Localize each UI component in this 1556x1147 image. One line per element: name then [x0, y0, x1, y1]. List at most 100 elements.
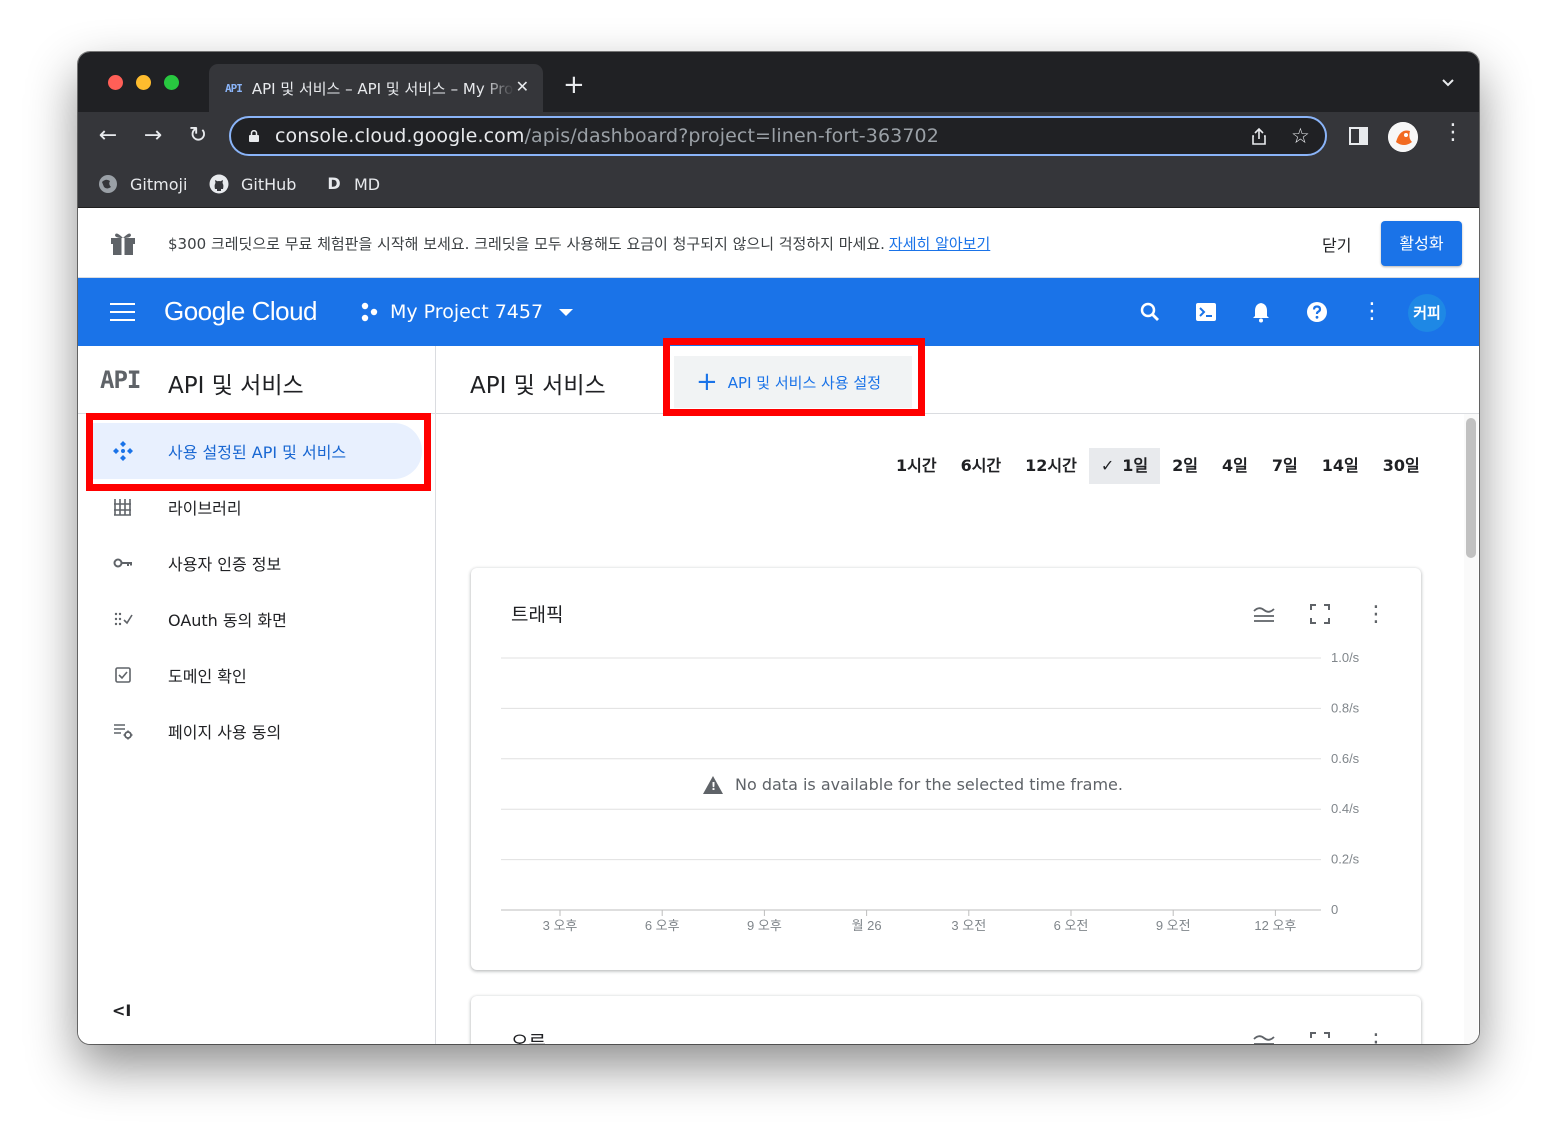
range-2d[interactable]: 2일 [1160, 448, 1210, 484]
bookmark-github[interactable]: GitHub [209, 174, 296, 194]
bookmark-md[interactable]: D MD [326, 174, 380, 194]
activate-button[interactable]: 활성화 [1381, 221, 1462, 266]
checkbox-icon [115, 667, 131, 683]
search-icon[interactable] [1138, 300, 1162, 324]
range-1d[interactable]: ✓ 1일 [1088, 448, 1161, 484]
api-logo-icon: API [100, 366, 141, 394]
reload-icon[interactable]: ↻ [184, 122, 212, 150]
enable-apis-button[interactable]: + API 및 서비스 사용 설정 [674, 356, 912, 408]
main-content: API 및 서비스 + API 및 서비스 사용 설정 1시간 6시간 12시간… [436, 346, 1479, 1044]
x-tick-label: 6 오후 [645, 918, 680, 933]
range-7d[interactable]: 7일 [1260, 448, 1310, 484]
key-icon [113, 558, 132, 568]
account-avatar[interactable]: 커피 [1408, 294, 1446, 332]
sidebar-item-domain[interactable]: 도메인 확인 [78, 647, 428, 703]
minimize-window-button[interactable] [136, 75, 151, 90]
side-panel-icon[interactable] [1348, 125, 1370, 147]
banner-message: $300 크레딧으로 무료 체험판을 시작해 보세요. 크레딧을 모두 사용해도… [168, 235, 991, 253]
bookmarks-bar: Gitmoji GitHub D MD [78, 162, 1479, 208]
sidebar-item-page-usage[interactable]: 페이지 사용 동의 [78, 703, 428, 759]
sidebar-item-oauth[interactable]: OAuth 동의 화면 [78, 591, 428, 647]
range-30d[interactable]: 30일 [1371, 448, 1432, 484]
console-header: Google Cloud My Project 7457 ⋮ 커피 [78, 278, 1479, 346]
github-icon [209, 174, 229, 194]
x-tick-label: 월 26 [852, 918, 882, 933]
project-hierarchy-icon [361, 302, 378, 322]
sidebar-item-enabled-apis[interactable]: 사용 설정된 API 및 서비스 [92, 423, 422, 479]
range-4d[interactable]: 4일 [1210, 448, 1260, 484]
x-tick-label: 9 오후 [747, 918, 782, 933]
x-tick-label: 3 오후 [543, 918, 578, 933]
cloud-shell-icon[interactable] [1194, 300, 1218, 324]
sidebar-item-library[interactable]: 라이브러리 [78, 479, 428, 535]
project-picker[interactable]: My Project 7457 [360, 301, 574, 323]
close-tab-icon[interactable]: ✕ [516, 77, 529, 96]
page-header: API 및 서비스 + API 및 서비스 사용 설정 [436, 346, 1479, 414]
range-12h[interactable]: 12시간 [1013, 448, 1089, 484]
google-cloud-logo[interactable]: Google Cloud [164, 296, 318, 327]
traffic-card: 트래픽 ⋮ 1.0/s 0.8/s 0.6/s 0.4/s 0.2/s 0 3 오후 6 오후… [471, 568, 1421, 970]
forward-arrow-icon[interactable]: → [139, 122, 167, 150]
x-tick-label: 9 오전 [1156, 918, 1191, 933]
y-tick-label: 0.2/s [1331, 852, 1360, 867]
browser-menu-icon[interactable]: ⋮ [1442, 120, 1464, 145]
errors-chart: 100% [471, 996, 1421, 1044]
consent-icon [114, 612, 133, 626]
y-tick-label: 0.8/s [1331, 700, 1360, 715]
hamburger-menu-icon[interactable] [110, 303, 135, 321]
y-tick-label: 0.4/s [1331, 801, 1360, 816]
back-arrow-icon[interactable]: ← [94, 122, 122, 150]
y-tick-label: 1.0/s [1331, 650, 1360, 665]
browser-toolbar: ← → ↻ console.cloud.google.com/apis/dash… [78, 112, 1479, 162]
sidebar-item-label: 라이브러리 [168, 499, 242, 518]
lock-icon [249, 130, 259, 142]
letter-d-icon: D [327, 174, 341, 193]
browser-tab-active[interactable]: API API 및 서비스 – API 및 서비스 – My Project 7… [209, 64, 543, 112]
sidebar-item-label: OAuth 동의 화면 [168, 611, 287, 630]
time-range-selector: 1시간 6시간 12시간 ✓ 1일 2일 4일 7일 14일 30일 [884, 448, 1432, 484]
sidebar-item-label: 페이지 사용 동의 [168, 723, 282, 742]
sidebar-item-label: 사용 설정된 API 및 서비스 [168, 443, 347, 462]
traffic-chart: 1.0/s 0.8/s 0.6/s 0.4/s 0.2/s 0 3 오후 6 오후 9 오후 월 … [501, 650, 1360, 933]
api-favicon-icon: API [225, 81, 243, 95]
warning-icon [703, 775, 723, 794]
help-icon[interactable] [1305, 300, 1329, 324]
x-tick-label: 3 오전 [951, 918, 986, 933]
maximize-window-button[interactable] [164, 75, 179, 90]
gift-icon [111, 233, 135, 255]
check-icon: ✓ [1100, 456, 1115, 475]
dismiss-button[interactable]: 닫기 [1322, 232, 1351, 256]
page-title: API 및 서비스 [470, 373, 606, 399]
close-window-button[interactable] [108, 75, 123, 90]
sidebar-title: API 및 서비스 [168, 373, 304, 399]
sidebar: API API 및 서비스 사용 설정된 API 및 서비스 라이브러리 사용자… [78, 346, 436, 1044]
y-tick-label: 0.6/s [1331, 751, 1360, 766]
tab-title: API 및 서비스 – API 및 서비스 – My Project 7457 [251, 79, 514, 98]
notifications-bell-icon[interactable] [1249, 300, 1273, 324]
range-1h[interactable]: 1시간 [884, 448, 949, 484]
sidebar-header: API API 및 서비스 [78, 346, 435, 414]
x-tick-label: 12 오후 [1254, 918, 1296, 933]
tab-search-chevron-icon[interactable] [1441, 76, 1455, 90]
browser-window: API API 및 서비스 – API 및 서비스 – My Project 7… [78, 52, 1479, 1044]
profile-avatar[interactable] [1388, 122, 1418, 152]
range-6h[interactable]: 6시간 [949, 448, 1014, 484]
sidebar-item-label: 사용자 인증 정보 [168, 555, 282, 574]
bookmark-star-icon[interactable]: ☆ [1291, 124, 1310, 148]
address-bar[interactable]: console.cloud.google.com/apis/dashboard?… [229, 116, 1327, 156]
tab-bar: API API 및 서비스 – API 및 서비스 – My Project 7… [78, 52, 1479, 112]
new-tab-button[interactable]: + [563, 72, 585, 98]
collapse-sidebar-button[interactable]: <I [112, 1001, 131, 1020]
sidebar-item-credentials[interactable]: 사용자 인증 정보 [78, 535, 428, 591]
bookmark-gitmoji[interactable]: Gitmoji [98, 174, 187, 194]
project-name: My Project 7457 [390, 301, 544, 323]
api-hub-icon [113, 441, 133, 461]
settings-list-icon [114, 724, 133, 740]
more-vert-icon[interactable]: ⋮ [1360, 300, 1384, 324]
share-icon[interactable] [1249, 127, 1269, 147]
url-text: console.cloud.google.com/apis/dashboard?… [275, 125, 939, 147]
plus-icon: + [696, 367, 718, 397]
range-14d[interactable]: 14일 [1310, 448, 1371, 484]
learn-more-link[interactable]: 자세히 알아보기 [889, 235, 990, 253]
scrollbar-thumb[interactable] [1466, 418, 1476, 558]
